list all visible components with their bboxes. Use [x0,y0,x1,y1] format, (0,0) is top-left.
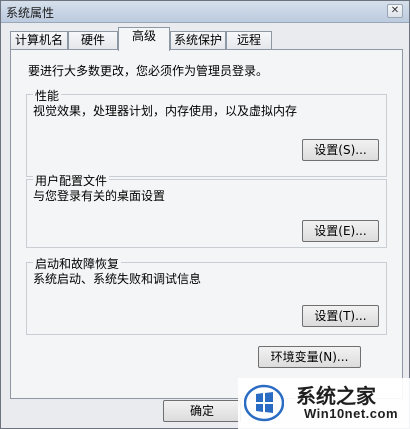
advanced-panel: 要进行大多数更改，您必须作为管理员登录。 性能 视觉效果，处理器计划，内存使用，… [10,49,403,399]
user-profiles-group: 用户配置文件 与您登录有关的桌面设置 设置(E)... [26,172,387,248]
tab-remote[interactable]: 远程 [226,31,272,50]
tab-strip: 计算机名 硬件 高级 系统保护 远程 [10,27,410,51]
site-watermark: 系统之家 Win10net.com [238,378,410,429]
close-button[interactable]: ✕ [387,4,403,18]
ok-button[interactable]: 确定 [163,400,241,422]
admin-notice: 要进行大多数更改，您必须作为管理员登录。 [28,64,269,78]
title-bar[interactable]: 系统属性 ✕ [1,1,409,23]
tab-hardware[interactable]: 硬件 [68,31,118,50]
performance-group: 性能 视觉效果，处理器计划，内存使用，以及虚拟内存 设置(S)... [26,87,387,177]
user-profiles-description: 与您登录有关的桌面设置 [33,189,166,203]
startup-recovery-description: 系统启动、系统失败和调试信息 [33,272,202,286]
watermark-url: Win10net.com [304,406,399,421]
startup-recovery-group: 启动和故障恢复 系统启动、系统失败和调试信息 设置(T)... [26,255,387,335]
win10-logo-icon [244,384,284,422]
environment-variables-button[interactable]: 环境变量(N)... [258,346,361,368]
performance-settings-button[interactable]: 设置(S)... [302,139,379,161]
window-title: 系统属性 [6,6,55,20]
startup-recovery-settings-button[interactable]: 设置(T)... [302,305,379,327]
tab-system-protection[interactable]: 系统保护 [170,31,226,50]
system-properties-window: 系统属性 ✕ 计算机名 硬件 高级 系统保护 远程 要进行大多数更改，您必须作为… [0,0,410,429]
tab-computer-name[interactable]: 计算机名 [10,31,68,50]
tab-advanced[interactable]: 高级 [118,27,170,51]
user-profiles-settings-button[interactable]: 设置(E)... [302,220,379,242]
performance-description: 视觉效果，处理器计划，内存使用，以及虚拟内存 [33,104,298,118]
watermark-title: 系统之家 [296,384,376,408]
